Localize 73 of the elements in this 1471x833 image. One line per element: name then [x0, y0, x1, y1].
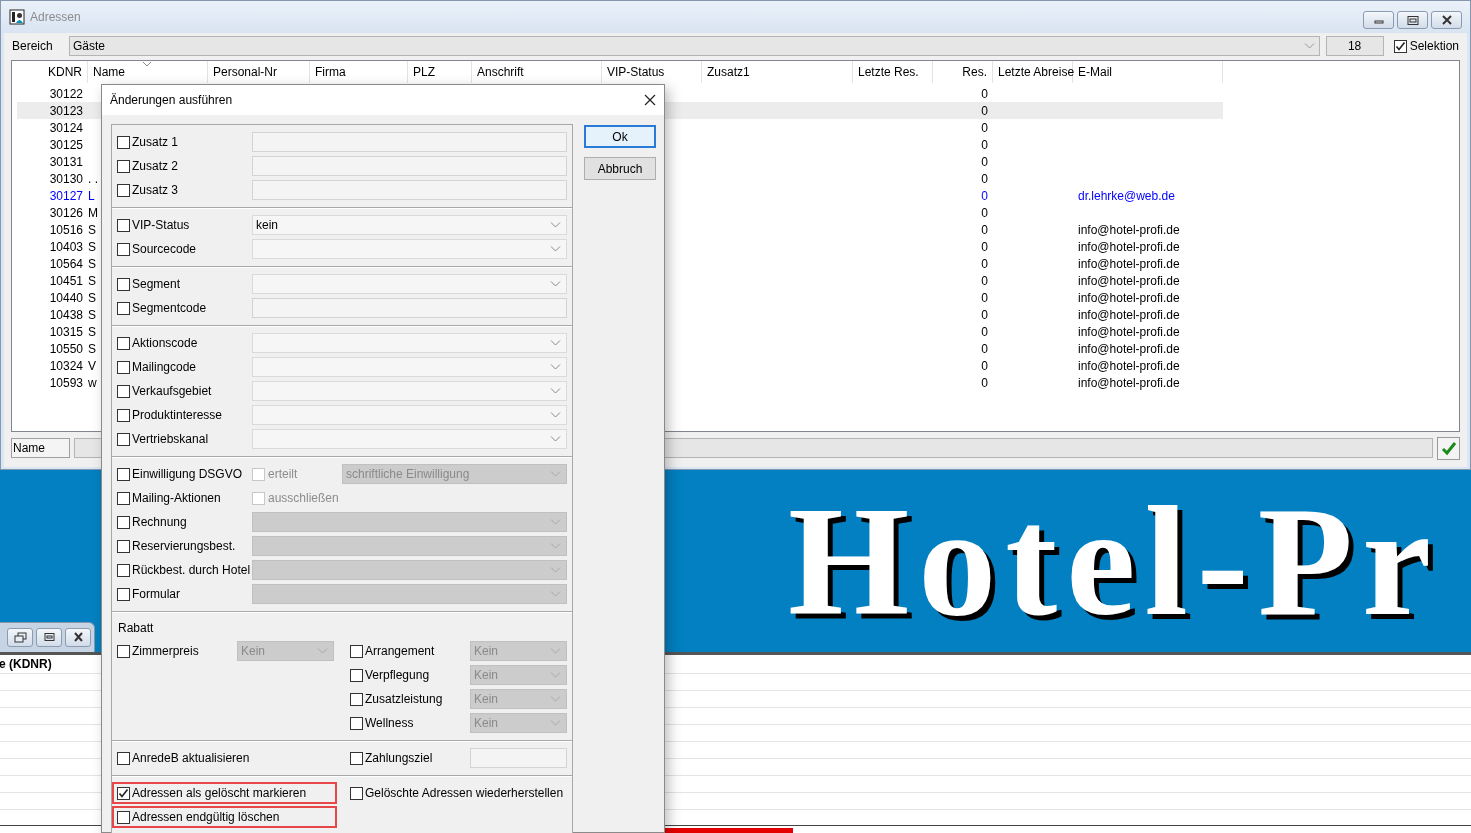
section-heading: Rabatt [117, 620, 155, 637]
table-cell-text: 0 [980, 307, 989, 322]
table-cell-text: 0 [980, 375, 989, 390]
table-cell-text: 10516 [48, 222, 84, 237]
table-cell: S [88, 307, 96, 322]
table-cell-text: 0 [980, 290, 989, 305]
table-cell: S [88, 239, 96, 254]
table-cell-text: 0 [980, 273, 989, 288]
table-cell-text: 10593 [48, 375, 84, 390]
window-title: Adressen [30, 10, 81, 24]
table-cell-text: 0 [980, 239, 989, 254]
table-cell: M [88, 205, 98, 220]
dropdown: Kein [470, 641, 567, 661]
table-cell-text: 0 [980, 222, 989, 237]
dropdown: schriftliche Einwilligung [342, 464, 567, 484]
filter-label: Name [11, 438, 70, 458]
table-cell-text: 10550 [48, 341, 84, 356]
table-cell-text: 10315 [48, 324, 84, 339]
dropdown: Kein [470, 713, 567, 733]
dropdown: Kein [470, 665, 567, 685]
table-cell: w [88, 375, 97, 390]
table-cell-text: info@hotel-profi.de [1077, 307, 1181, 322]
table-cell-text: 0 [980, 120, 989, 135]
table-cell-text: info@hotel-profi.de [1077, 256, 1181, 271]
table-cell-text: dr.lehrke@web.de [1077, 188, 1176, 203]
table-cell-text: 0 [980, 137, 989, 152]
table-cell: L [88, 188, 95, 203]
table-cell-text: 0 [980, 171, 989, 186]
table-cell-text: 0 [980, 256, 989, 271]
table-cell-text: 0 [980, 103, 989, 118]
banner-title: Hotel-Pr [788, 476, 1441, 648]
table-cell-text: 10438 [48, 307, 84, 322]
table-cell-text: 10564 [48, 256, 84, 271]
table-cell: . . [88, 171, 98, 186]
table-cell-text: info@hotel-profi.de [1077, 273, 1181, 288]
dropdown: Kein [470, 689, 567, 709]
table-cell: S [88, 273, 96, 288]
area-label: Bereich [12, 39, 54, 53]
table-cell: V [88, 358, 96, 373]
table-cell-text: 0 [980, 324, 989, 339]
table-cell-text: info@hotel-profi.de [1077, 290, 1181, 305]
table-cell: S [88, 341, 96, 356]
table-cell-text: 30125 [48, 137, 84, 152]
table-cell-text: 10403 [48, 239, 84, 254]
table-cell-text: 30123 [48, 103, 84, 118]
table-cell-text: info@hotel-profi.de [1077, 375, 1181, 390]
table-cell-text: info@hotel-profi.de [1077, 358, 1181, 373]
table-cell-text: 10324 [48, 358, 84, 373]
table-cell: S [88, 222, 96, 237]
table-cell-text: info@hotel-profi.de [1077, 324, 1181, 339]
table-cell-text: 30127 [48, 188, 84, 203]
table-cell: S [88, 290, 96, 305]
dropdown: Kein [237, 641, 334, 661]
table-cell-text: 0 [980, 358, 989, 373]
count-field: 18 [1325, 36, 1384, 56]
table-cell-text: 30124 [48, 120, 84, 135]
dialog-title: Änderungen ausführen [110, 93, 233, 107]
table-cell-text: 30131 [48, 154, 84, 169]
table-cell-text: 30130 [48, 171, 84, 186]
table-cell-text: 0 [980, 154, 989, 169]
table-cell-text: info@hotel-profi.de [1077, 239, 1181, 254]
table-cell-text: 10451 [48, 273, 84, 288]
table-cell: S [88, 256, 96, 271]
table-cell: S [88, 324, 96, 339]
table-cell-text: 0 [980, 86, 989, 101]
table-cell-text: 0 [980, 341, 989, 356]
table-cell-text: info@hotel-profi.de [1077, 341, 1181, 356]
table-cell-text: 0 [980, 188, 989, 203]
table-cell-text: 10440 [48, 290, 84, 305]
table-cell-text: 30126 [48, 205, 84, 220]
table-cell-text: info@hotel-profi.de [1077, 222, 1181, 237]
table-cell-text: 0 [980, 205, 989, 220]
table-cell-text: 30122 [48, 86, 84, 101]
